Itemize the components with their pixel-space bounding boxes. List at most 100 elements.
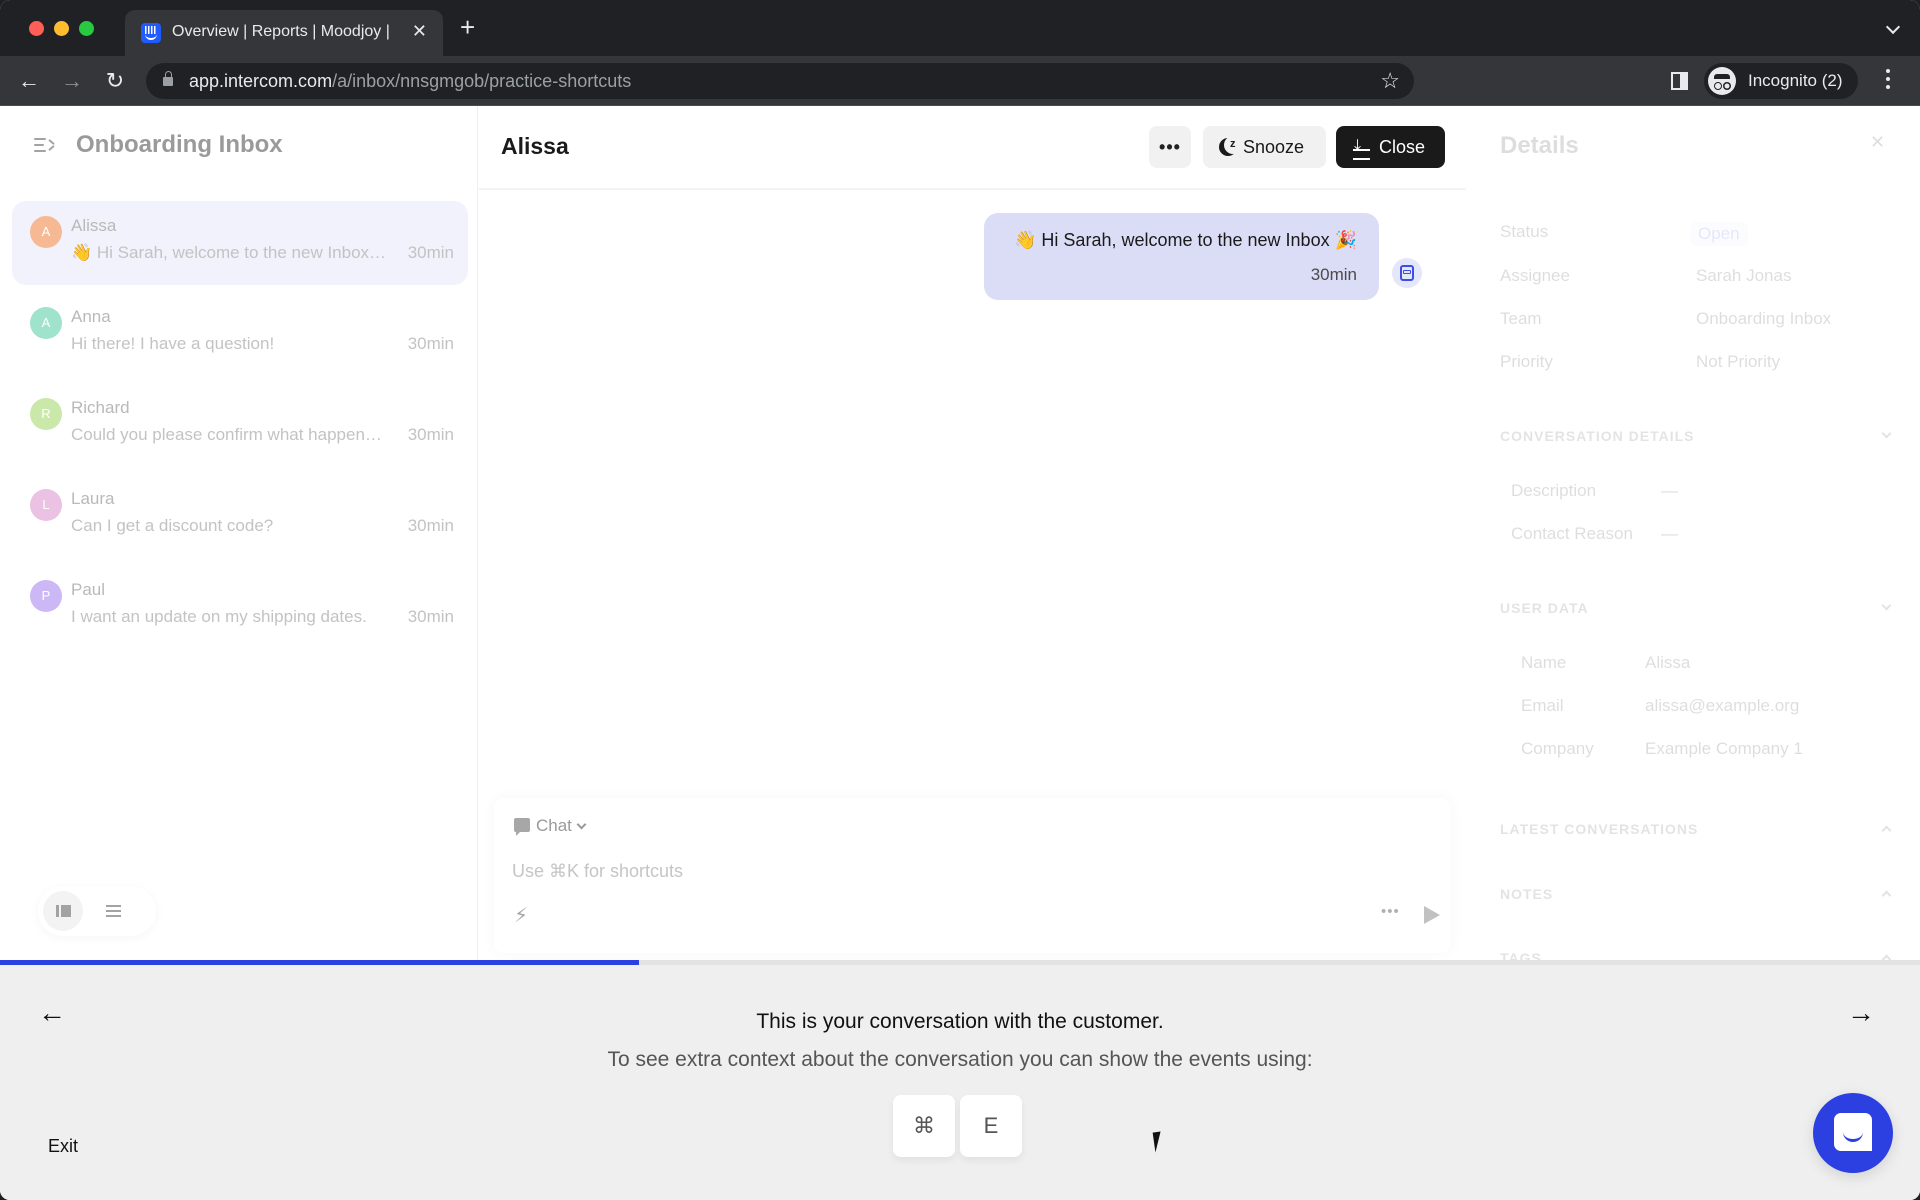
- window-minimize-button[interactable]: [54, 21, 69, 36]
- close-tray-icon: [1353, 125, 1370, 167]
- detail-label: Email: [1521, 696, 1564, 715]
- tour-progress-bar: [0, 960, 1920, 965]
- key-e: E: [960, 1095, 1022, 1157]
- details-panel: Details ✕ Status Open Assignee Sarah Jon…: [1466, 106, 1920, 966]
- tab-search-chevron-icon[interactable]: [1885, 19, 1901, 35]
- send-icon[interactable]: [1424, 906, 1440, 924]
- conversation-name: Richard: [71, 398, 130, 417]
- status-badge: Open: [1690, 222, 1748, 246]
- browser-tab-bar: Overview | Reports | Moodjoy | ✕ +: [0, 0, 1920, 56]
- conversation-preview: Can I get a discount code?: [71, 516, 274, 535]
- close-conversation-button[interactable]: Close: [1336, 125, 1445, 168]
- conversation-preview: Could you please confirm what happened w…: [71, 425, 389, 444]
- detail-label: Description: [1511, 481, 1597, 500]
- conversation-name: Alissa: [71, 216, 117, 235]
- browser-tab-active[interactable]: Overview | Reports | Moodjoy | ✕: [125, 10, 443, 56]
- snooze-moon-icon: [1219, 123, 1237, 165]
- conversation-time: 30min: [407, 334, 454, 353]
- section-heading: NOTES: [1500, 886, 1554, 902]
- more-actions-button[interactable]: •••: [1149, 126, 1191, 168]
- description-value: —: [1661, 481, 1678, 500]
- snooze-button[interactable]: Snooze: [1203, 123, 1326, 168]
- forward-arrow-icon[interactable]: →: [57, 66, 87, 96]
- back-arrow-icon[interactable]: ←: [14, 66, 44, 96]
- reload-icon[interactable]: ↻: [100, 66, 130, 96]
- detail-label: Company: [1521, 739, 1594, 758]
- detail-label: Assignee: [1500, 266, 1570, 285]
- side-panel-icon[interactable]: [1671, 72, 1688, 90]
- conversation-time: 30min: [407, 425, 454, 444]
- section-latest-conversations[interactable]: LATEST CONVERSATIONS: [1500, 821, 1892, 837]
- view-toggle: [38, 886, 156, 936]
- conversation-name: Laura: [71, 489, 115, 508]
- tab-close-icon[interactable]: ✕: [412, 21, 427, 42]
- composer-more-icon[interactable]: •••: [1381, 903, 1400, 920]
- incognito-profile-button[interactable]: Incognito (2): [1704, 63, 1858, 99]
- mouse-cursor-icon: [1152, 1131, 1164, 1153]
- conversation-name: Paul: [71, 580, 106, 599]
- composer: Chat ⚡︎ •••: [494, 798, 1451, 953]
- inbox-title: Onboarding Inbox: [76, 131, 283, 158]
- browser-menu-icon[interactable]: [1886, 69, 1890, 93]
- chevron-down-icon: [1881, 600, 1892, 611]
- window-maximize-button[interactable]: [79, 21, 94, 36]
- avatar: A: [30, 216, 62, 248]
- conversation-name: Anna: [71, 307, 111, 326]
- conversation-item[interactable]: R Richard Could you please confirm what ha…: [12, 383, 468, 467]
- chevron-up-icon: [1881, 825, 1892, 836]
- intercom-favicon-icon: [141, 23, 161, 43]
- team-value: Onboarding Inbox: [1696, 309, 1832, 328]
- contact-reason-value: —: [1661, 524, 1678, 543]
- section-user-data[interactable]: USER DATA: [1500, 600, 1892, 616]
- lightning-bolt-icon[interactable]: ⚡︎: [514, 903, 528, 928]
- composer-mode-dropdown[interactable]: Chat: [514, 816, 587, 836]
- conversation-panel: Alissa ••• Snooze Close 👋 Hi Sarah, welc…: [479, 106, 1466, 961]
- key-command: ⌘: [893, 1095, 955, 1157]
- section-notes[interactable]: NOTES: [1500, 886, 1892, 902]
- section-conversation-details[interactable]: CONVERSATION DETAILS: [1500, 428, 1892, 444]
- conversation-title: Alissa: [501, 133, 569, 159]
- conversation-item[interactable]: A Anna Hi there! I have a question! 30min: [12, 292, 468, 376]
- avatar: L: [30, 489, 62, 521]
- intercom-messenger-launcher-icon[interactable]: [1813, 1093, 1893, 1173]
- user-email-value: alissa@example.org: [1645, 696, 1800, 715]
- avatar: P: [30, 580, 62, 612]
- section-heading: LATEST CONVERSATIONS: [1500, 821, 1699, 837]
- incognito-label: Incognito (2): [1748, 71, 1843, 90]
- conversation-time: 30min: [407, 243, 454, 262]
- browser-toolbar: ← → ↻ app.intercom.com/a/inbox/nnsgmgob/…: [0, 56, 1920, 106]
- list-view-icon[interactable]: [93, 891, 133, 931]
- avatar: A: [30, 307, 62, 339]
- exit-tour-button[interactable]: Exit: [48, 1136, 78, 1157]
- lock-icon: [163, 71, 173, 86]
- message-text: 👋 Hi Sarah, welcome to the new Inbox 🎉: [1014, 230, 1357, 250]
- address-bar[interactable]: app.intercom.com/a/inbox/nnsgmgob/practi…: [146, 63, 1414, 99]
- details-close-icon[interactable]: ✕: [1870, 132, 1885, 153]
- new-tab-button[interactable]: +: [460, 14, 475, 40]
- chevron-down-icon: [576, 819, 587, 830]
- inbox-panel: Onboarding Inbox A Alissa 👋 Hi Sarah, welc…: [0, 106, 478, 961]
- conversation-item[interactable]: A Alissa 👋 Hi Sarah, welcome to the new In…: [12, 201, 468, 285]
- conversation-time: 30min: [407, 607, 454, 626]
- tab-title: Overview | Reports | Moodjoy |: [172, 23, 390, 40]
- user-company-value: Example Company 1: [1645, 739, 1803, 758]
- conversation-item[interactable]: P Paul I want an update on my shipping dat…: [12, 565, 468, 649]
- priority-value: Not Priority: [1696, 352, 1781, 371]
- conversation-preview: 👋 Hi Sarah, welcome to the new Inbox 🎉: [71, 243, 389, 262]
- section-heading: CONVERSATION DETAILS: [1500, 428, 1695, 444]
- app-window: Overview | Reports | Moodjoy | ✕ + ← → ↻…: [0, 0, 1920, 1200]
- incognito-icon: [1708, 67, 1736, 95]
- bookmark-star-icon[interactable]: ☆: [1380, 68, 1400, 94]
- detail-label: Contact Reason: [1511, 524, 1633, 543]
- reply-input[interactable]: [512, 861, 1412, 882]
- conversation-preview: Hi there! I have a question!: [71, 334, 275, 353]
- window-close-button[interactable]: [29, 21, 44, 36]
- url-text: app.intercom.com/a/inbox/nnsgmgob/practi…: [189, 71, 632, 91]
- conversation-time: 30min: [407, 516, 454, 535]
- detail-label: Priority: [1500, 352, 1553, 371]
- conversation-item[interactable]: L Laura Can I get a discount code? 30min: [12, 474, 468, 558]
- tour-subtitle: To see extra context about the conversat…: [607, 1048, 1313, 1071]
- split-view-icon[interactable]: [43, 891, 83, 931]
- collapse-sidebar-icon[interactable]: [34, 136, 56, 154]
- tour-title: This is your conversation with the custo…: [756, 1010, 1164, 1033]
